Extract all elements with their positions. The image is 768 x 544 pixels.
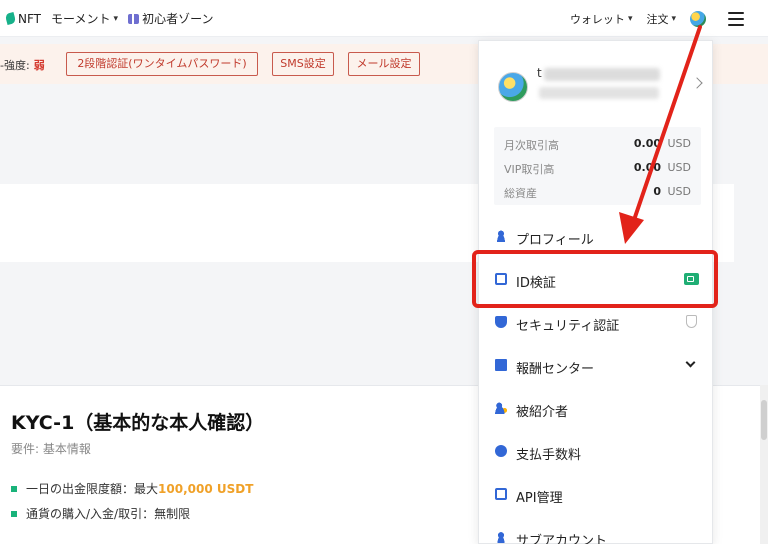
redacted-username — [544, 68, 660, 81]
nav-orders-label: 注文 — [646, 12, 669, 26]
shield-icon — [495, 316, 507, 328]
menu-item-fees[interactable]: 支払手数料 — [479, 432, 714, 472]
scrollbar-thumb[interactable] — [761, 400, 767, 440]
nav-wallet-label: ウォレット — [569, 12, 625, 26]
fee-icon — [495, 445, 507, 457]
stat-label: VIP取引高 — [504, 163, 555, 176]
nav-item-orders[interactable]: 注文 ▾ — [646, 11, 676, 27]
shield-outline-icon — [686, 315, 697, 328]
user-icon — [495, 230, 507, 242]
nav-item-nft[interactable]: NFT — [4, 11, 41, 26]
hamburger-menu-icon[interactable] — [728, 11, 744, 26]
referral-icon — [495, 402, 507, 414]
menu-item-profile[interactable]: プロフィール — [479, 217, 714, 257]
account-dropdown-menu: t 月次取引高 0.00 USD VIP取引高 0.00 USD 総資産 0 U… — [478, 40, 713, 544]
nav-nft-label: NFT — [18, 11, 41, 26]
kyc-title: KYC-1（基本的な本人確認） — [11, 412, 265, 434]
nft-leaf-icon — [4, 12, 17, 25]
gift-icon — [128, 13, 140, 24]
menu-item-id-verification[interactable]: ID検証 — [479, 260, 714, 300]
caret-down-icon: ▾ — [671, 13, 676, 24]
nav-item-beginner-zone[interactable]: 初心者ゾーン — [128, 10, 213, 27]
withdraw-limit-amount: 100,000 USDT — [158, 482, 254, 496]
menu-item-label: 報酬センター — [516, 362, 595, 377]
menu-item-referrals[interactable]: 被紹介者 — [479, 389, 714, 429]
menu-item-api[interactable]: API管理 — [479, 475, 714, 515]
api-icon — [495, 488, 507, 500]
two-factor-auth-button[interactable]: 2段階認証(ワンタイムパスワード) — [66, 52, 258, 76]
stat-unit: USD — [667, 161, 691, 174]
strength-label: -強度: — [0, 59, 30, 72]
menu-item-label: プロフィール — [516, 233, 594, 248]
stat-value: 0.00 — [633, 161, 661, 174]
deposit-rule-text: 通貨の購入/入金/取引：無制限 — [26, 507, 191, 521]
user-avatar-icon[interactable] — [690, 10, 706, 27]
withdraw-limit-label: 一日の出金限度額：最大 — [26, 482, 159, 496]
email-settings-button[interactable]: メール設定 — [348, 52, 420, 76]
sub-account-icon — [495, 531, 507, 543]
menu-item-label: セキュリティ認証 — [516, 319, 620, 334]
kyc-deposit-rule: 通貨の購入/入金/取引：無制限 — [11, 505, 190, 522]
strength-value: 弱 — [33, 59, 45, 72]
menu-item-label: 被紹介者 — [516, 405, 569, 420]
nav-item-moments[interactable]: モーメント ▾ — [51, 10, 118, 27]
chevron-right-icon — [691, 77, 703, 89]
nav-beginner-label: 初心者ゾーン — [142, 12, 214, 26]
stat-total-assets: 総資産 0 USD — [504, 185, 691, 200]
sms-settings-button[interactable]: SMS設定 — [272, 52, 334, 76]
menu-item-label: ID検証 — [516, 276, 556, 291]
nav-moments-label: モーメント — [51, 12, 111, 26]
stat-unit: USD — [667, 185, 691, 198]
verified-id-icon — [684, 273, 699, 285]
nav-item-wallet[interactable]: ウォレット ▾ — [570, 11, 633, 27]
stat-value: 0 — [653, 185, 661, 198]
menu-item-label: サブアカウント — [516, 534, 608, 544]
nav-left-group: NFT モーメント ▾ 初心者ゾーン — [4, 0, 213, 37]
username-text: t — [537, 66, 542, 80]
gift-icon — [495, 359, 507, 371]
bullet-icon — [11, 485, 17, 492]
stat-monthly-volume: 月次取引高 0.00 USD — [504, 137, 691, 152]
chevron-down-icon — [685, 357, 696, 368]
redacted-uid — [539, 87, 659, 99]
stat-unit: USD — [667, 137, 691, 150]
caret-down-icon: ▾ — [627, 13, 633, 24]
stat-vip-volume: VIP取引高 0.00 USD — [504, 161, 691, 176]
avatar — [498, 72, 528, 102]
stat-value: 0.00 — [633, 137, 661, 150]
bullet-icon — [11, 510, 17, 517]
account-stats: 月次取引高 0.00 USD VIP取引高 0.00 USD 総資産 0 USD — [494, 127, 701, 205]
kyc-withdraw-limit: 一日の出金限度額：最大100,000 USDT — [11, 480, 253, 497]
nav-right-group: ウォレット ▾ 注文 ▾ — [570, 0, 744, 37]
menu-item-security[interactable]: セキュリティ認証 — [479, 303, 714, 343]
kyc-requirement: 要件: 基本情報 — [11, 442, 91, 456]
menu-item-label: API管理 — [516, 491, 563, 506]
id-card-icon — [495, 273, 507, 285]
stat-label: 総資産 — [504, 187, 537, 200]
caret-down-icon: ▾ — [113, 13, 119, 24]
security-strength: -強度: 弱 — [0, 57, 45, 73]
menu-item-label: 支払手数料 — [516, 448, 582, 463]
menu-item-sub-account[interactable]: サブアカウント — [479, 518, 714, 544]
profile-header[interactable]: t — [479, 41, 714, 129]
menu-item-rewards-center[interactable]: 報酬センター — [479, 346, 714, 386]
top-navigation-bar: NFT モーメント ▾ 初心者ゾーン ウォレット ▾ 注文 ▾ — [0, 0, 768, 37]
stat-label: 月次取引高 — [504, 139, 559, 152]
